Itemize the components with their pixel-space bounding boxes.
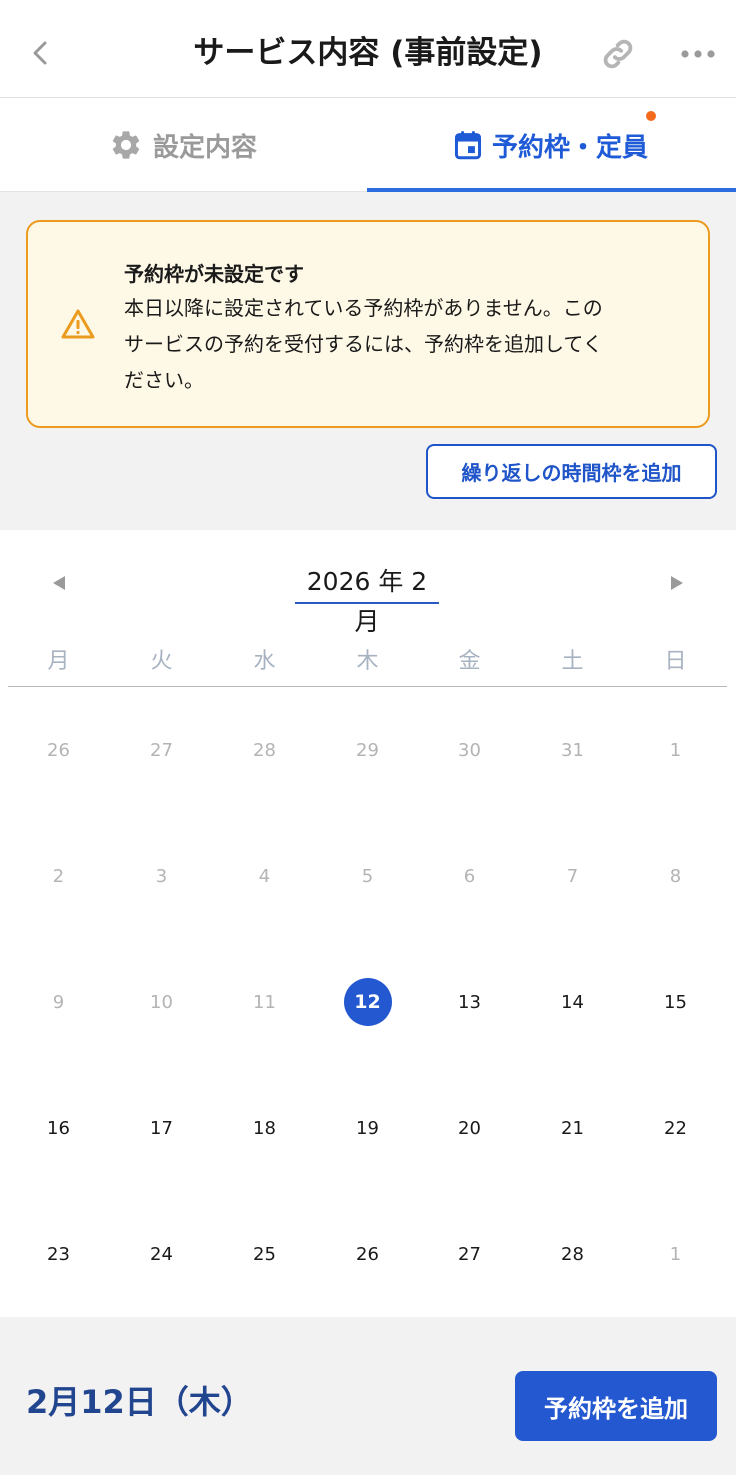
- calendar-day[interactable]: 14: [521, 977, 624, 1027]
- calendar-day[interactable]: 21: [521, 1103, 624, 1153]
- triangle-left-icon: [53, 576, 65, 590]
- alert-line: サービスの予約を受付するには、予約枠を追加してく: [124, 332, 603, 356]
- weekday-header: 火: [150, 649, 173, 674]
- selected-date-label: 2月12日（木）: [26, 1383, 253, 1421]
- calendar-day[interactable]: 2: [7, 851, 110, 901]
- selected-day-marker: 12: [343, 978, 392, 1026]
- more-horizontal-icon: [681, 50, 715, 58]
- calendar-day[interactable]: 8: [624, 851, 727, 901]
- gear-icon: [109, 128, 143, 162]
- link-icon: [603, 39, 633, 69]
- add-slot-button[interactable]: 予約枠を追加: [515, 1371, 717, 1441]
- calendar-day[interactable]: 24: [110, 1229, 213, 1279]
- weekday-divider: [8, 686, 727, 687]
- calendar-day[interactable]: 26: [316, 1229, 419, 1279]
- calendar-day[interactable]: 28: [521, 1229, 624, 1279]
- tab-settings[interactable]: 設定内容: [0, 98, 366, 192]
- weekday-header: 月: [47, 649, 70, 674]
- tab-settings-label: 設定内容: [152, 132, 257, 163]
- calendar-day[interactable]: 18: [213, 1103, 316, 1153]
- month-selector[interactable]: 2026 年 2月: [295, 562, 439, 636]
- page-title: サービス内容 (事前設定): [193, 35, 543, 71]
- tab-bar: 設定内容 予約枠・定員: [0, 98, 736, 192]
- calendar-day[interactable]: 9: [7, 977, 110, 1027]
- calendar-day[interactable]: 13: [418, 977, 521, 1027]
- next-month-button[interactable]: [662, 568, 692, 598]
- prev-month-button[interactable]: [44, 568, 74, 598]
- weekday-header: 水: [253, 649, 276, 674]
- calendar: 2026 年 2月 月 火 水 木 金 土 日 26 27 28 29 30 3…: [0, 530, 736, 1317]
- calendar-day[interactable]: 1: [624, 725, 727, 775]
- calendar-icon: [454, 130, 482, 160]
- calendar-day[interactable]: 10: [110, 977, 213, 1027]
- calendar-day[interactable]: 26: [7, 725, 110, 775]
- warning-alert: 予約枠が未設定です 本日以降に設定されている予約枠がありません。この サービスの…: [26, 220, 710, 428]
- calendar-day[interactable]: 4: [213, 851, 316, 901]
- calendar-day[interactable]: 23: [7, 1229, 110, 1279]
- footer-bar: 2月12日（木） 予約枠を追加: [0, 1317, 736, 1475]
- calendar-day[interactable]: 27: [418, 1229, 521, 1279]
- calendar-day[interactable]: 1: [624, 1229, 727, 1279]
- chevron-left-icon: [33, 41, 47, 65]
- app-header: サービス内容 (事前設定): [0, 0, 736, 98]
- weekday-header: 木: [356, 649, 379, 674]
- alert-line: 本日以降に設定されている予約枠がありません。この: [124, 296, 603, 320]
- weekday-header: 日: [664, 649, 687, 674]
- calendar-day[interactable]: 16: [7, 1103, 110, 1153]
- alert-title: 予約枠が未設定です: [124, 262, 304, 286]
- alert-message: 本日以降に設定されている予約枠がありません。この サービスの予約を受付するには、…: [124, 290, 684, 398]
- share-link-button[interactable]: [598, 34, 638, 74]
- calendar-day[interactable]: 29: [316, 725, 419, 775]
- triangle-right-icon: [671, 576, 683, 590]
- calendar-day-selected[interactable]: 12: [316, 977, 419, 1027]
- calendar-day[interactable]: 19: [316, 1103, 419, 1153]
- tab-slots-label: 予約枠・定員: [491, 132, 648, 163]
- calendar-day[interactable]: 25: [213, 1229, 316, 1279]
- calendar-day[interactable]: 20: [418, 1103, 521, 1153]
- calendar-day[interactable]: 7: [521, 851, 624, 901]
- tab-slots-capacity[interactable]: 予約枠・定員: [366, 98, 736, 192]
- calendar-day[interactable]: 31: [521, 725, 624, 775]
- more-button[interactable]: [676, 34, 720, 74]
- calendar-day[interactable]: 27: [110, 725, 213, 775]
- calendar-day[interactable]: 15: [624, 977, 727, 1027]
- calendar-day[interactable]: 5: [316, 851, 419, 901]
- warning-icon: [60, 306, 96, 342]
- calendar-day[interactable]: 30: [418, 725, 521, 775]
- alert-line: ださい。: [124, 368, 204, 392]
- notification-dot: [646, 111, 656, 121]
- add-recurring-slot-button[interactable]: 繰り返しの時間枠を追加: [426, 444, 717, 499]
- calendar-day[interactable]: 3: [110, 851, 213, 901]
- calendar-day[interactable]: 28: [213, 725, 316, 775]
- weekday-header: 土: [561, 649, 584, 674]
- calendar-day[interactable]: 22: [624, 1103, 727, 1153]
- weekday-header: 金: [458, 649, 481, 674]
- back-button[interactable]: [22, 34, 58, 72]
- calendar-day[interactable]: 17: [110, 1103, 213, 1153]
- calendar-day[interactable]: 11: [213, 977, 316, 1027]
- calendar-day[interactable]: 6: [418, 851, 521, 901]
